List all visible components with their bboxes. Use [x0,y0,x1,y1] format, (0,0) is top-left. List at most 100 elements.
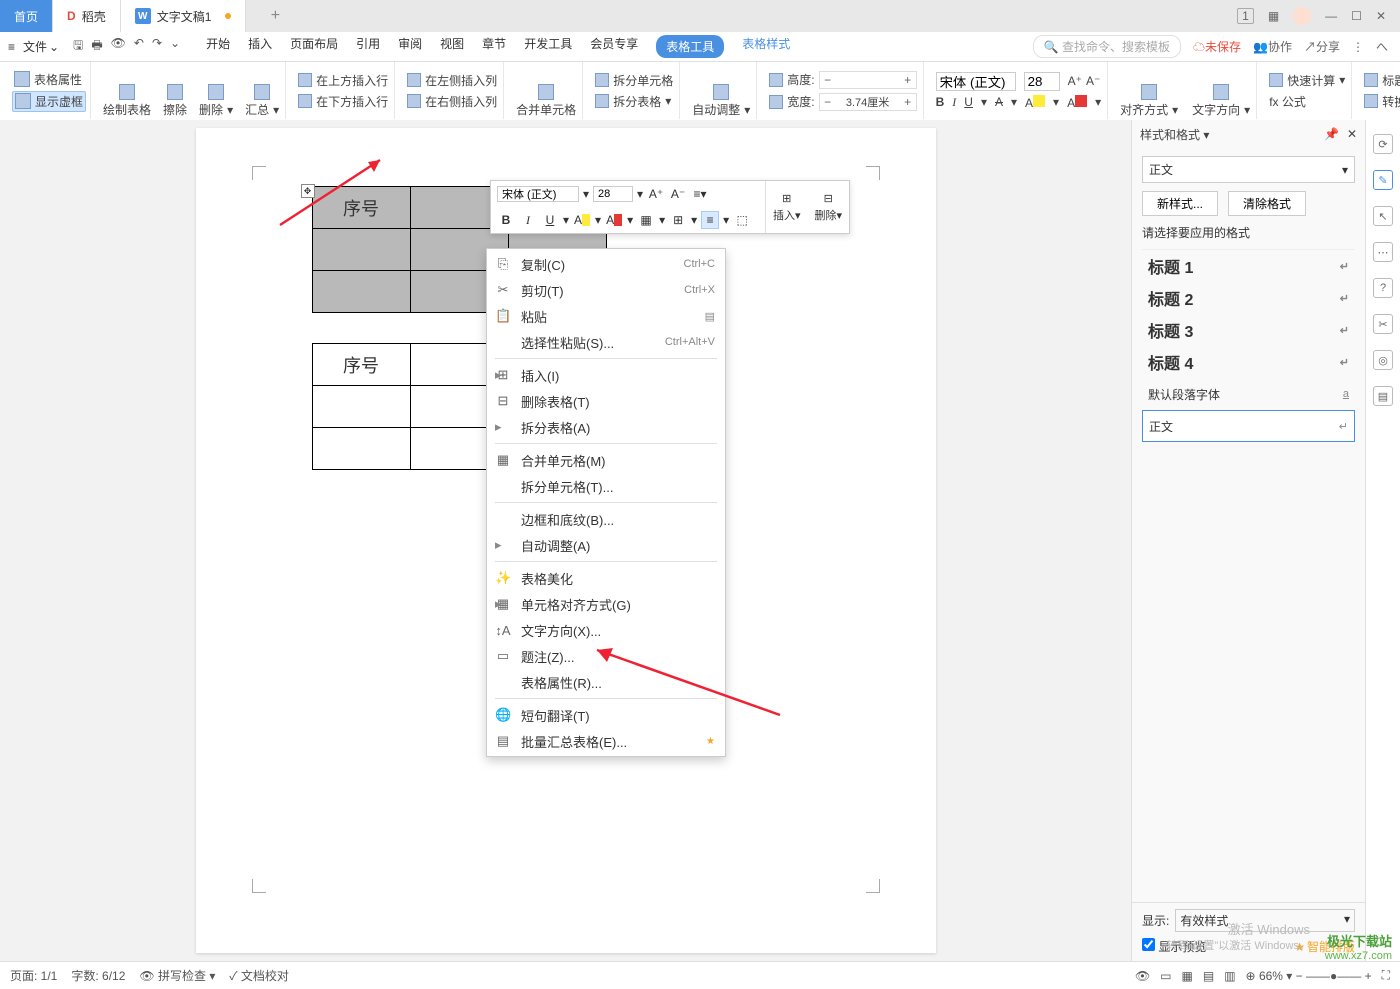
ctx-cell-align[interactable]: ▦单元格对齐方式(G)▸ [487,591,725,617]
highlight-button[interactable]: A [1025,95,1045,110]
ctx-caption[interactable]: ▭题注(Z)... [487,643,725,669]
status-view-print-icon[interactable]: ▭ [1160,969,1171,983]
status-view-web-icon[interactable]: ▤ [1203,969,1214,983]
text-direction-icon[interactable] [1213,84,1229,100]
ribbon-split-table[interactable]: 拆分表格▾ [593,92,675,111]
draw-table-icon[interactable] [119,84,135,100]
style-body[interactable]: 正文↵ [1142,410,1355,442]
mini-italic-button[interactable]: I [519,211,537,229]
ribbon-draw-table[interactable]: 绘制表格 [101,100,153,119]
ribbon-quick-calc[interactable]: 快速计算▾ [1267,71,1347,90]
mini-font-grow-icon[interactable]: A⁺ [647,185,665,203]
ribbon-title-row-repeat[interactable]: 标题行重 [1362,71,1400,90]
style-heading4[interactable]: 标题 4↵ [1142,346,1355,378]
tab-add[interactable]: + [246,0,304,32]
style-heading2[interactable]: 标题 2↵ [1142,282,1355,314]
qat-save-icon[interactable]: 🖫 [73,36,83,57]
menu-member[interactable]: 会员专享 [590,35,638,58]
auto-adjust-icon[interactable] [713,84,729,100]
width-stepper[interactable]: −3.74厘米+ [819,93,917,111]
status-words[interactable]: 字数: 6/12 [71,967,125,984]
ctx-text-direction[interactable]: ↕A文字方向(X)... [487,617,725,643]
ctx-batch-summary[interactable]: ▤批量汇总表格(E)...★ [487,728,725,754]
maximize-icon[interactable]: ☐ [1351,9,1362,23]
ribbon-insert-row-below[interactable]: 在下方插入行 [296,92,390,111]
strike-button[interactable]: A [995,95,1003,109]
rail-outline-icon[interactable]: ▤ [1373,386,1393,406]
delete-icon[interactable] [208,84,224,100]
ribbon-split-cells[interactable]: 拆分单元格 [593,71,675,90]
ribbon-auto-adjust[interactable]: 自动调整▾ [690,100,752,119]
pin-icon[interactable]: 📌 [1324,127,1339,141]
mini-font-size[interactable] [593,186,633,202]
ctx-paste-special[interactable]: 选择性粘贴(S)...Ctrl+Alt+V [487,329,725,355]
ribbon-align[interactable]: 对齐方式▾ [1118,100,1180,119]
mini-font-name[interactable] [497,186,579,202]
table-move-handle-icon[interactable]: ✥ [301,184,315,198]
ribbon-font-name[interactable] [936,72,1016,91]
align-icon[interactable] [1141,84,1157,100]
style-default-font[interactable]: 默认段落字体a [1142,378,1355,410]
mini-bold-button[interactable]: B [497,211,515,229]
status-spellcheck[interactable]: 👁 拼写检查 ▾ [139,967,215,984]
menu-page-layout[interactable]: 页面布局 [290,35,338,58]
mini-highlight-button[interactable]: A [573,211,591,229]
status-eye-icon[interactable]: 👁 [1135,969,1150,983]
zoom-control[interactable]: ⊕ 66% ▾ − ——●—— + [1246,969,1372,983]
menu-review[interactable]: 审阅 [398,35,422,58]
ctx-beautify[interactable]: ✨表格美化 [487,565,725,591]
qat-more-icon[interactable]: ⌄ [170,36,180,57]
close-panel-icon[interactable]: ✕ [1347,127,1357,141]
file-menu[interactable]: 文件⌄ [17,35,65,58]
mini-insert-dropdown[interactable]: ⊞插入▾ [766,181,808,233]
rail-settings-icon[interactable]: ⋯ [1373,242,1393,262]
mini-align-button[interactable]: ≡ [701,211,719,229]
menu-section[interactable]: 章节 [482,35,506,58]
status-page[interactable]: 页面: 1/1 [10,967,57,984]
font-size-up-icon[interactable]: A⁺ [1068,74,1082,88]
ribbon-font-size[interactable] [1024,72,1060,91]
status-fullscreen-icon[interactable]: ⛶ [1382,968,1390,983]
ribbon-formula[interactable]: fx 公式 [1267,92,1347,111]
search-input[interactable]: 🔍 查找命令、搜索模板 [1033,35,1181,58]
mini-autofit-button[interactable]: ⬚ [733,211,751,229]
menu-insert[interactable]: 插入 [248,35,272,58]
font-color-button[interactable]: A [1067,95,1087,110]
collapse-ribbon-icon[interactable]: へ [1376,38,1388,55]
avatar-icon[interactable] [1293,7,1311,25]
status-view-outline-icon[interactable]: ▥ [1224,969,1235,983]
ribbon-summary[interactable]: 汇总▾ [243,100,281,119]
status-proofread[interactable]: ✓ 文档校对 [229,967,289,984]
summary-icon[interactable] [254,84,270,100]
tab-docer[interactable]: D稻壳 [53,0,121,32]
ctx-paste[interactable]: 📋粘贴▤ [487,303,725,329]
mini-table-button[interactable]: ⊞ [669,211,687,229]
ribbon-insert-col-right[interactable]: 在右侧插入列 [405,92,499,111]
rail-style-icon[interactable]: ✎ [1373,170,1393,190]
mini-underline-button[interactable]: U [541,211,559,229]
ctx-border-shading[interactable]: 边框和底纹(B)... [487,506,725,532]
style-heading1[interactable]: 标题 1↵ [1142,250,1355,282]
ctx-translate[interactable]: 🌐短句翻译(T) [487,702,725,728]
style-heading3[interactable]: 标题 3↵ [1142,314,1355,346]
rail-select-icon[interactable]: ↖ [1373,206,1393,226]
rail-thesaurus-icon[interactable]: ⟳ [1373,134,1393,154]
ctx-copy[interactable]: ⎘复制(C)Ctrl+C [487,251,725,277]
qat-preview-icon[interactable]: 👁 [111,36,126,57]
tab-home[interactable]: 首页 [0,0,53,32]
minimize-icon[interactable]: — [1325,9,1337,23]
tab-document[interactable]: W文字文稿1 [121,0,247,32]
current-style-select[interactable]: 正文▾ [1142,156,1355,183]
qat-undo-icon[interactable]: ↶ [134,36,144,57]
ctx-insert[interactable]: ⊞插入(I)▸ [487,362,725,388]
ctx-cut[interactable]: ✂剪切(T)Ctrl+X [487,277,725,303]
mini-font-shrink-icon[interactable]: A⁻ [669,185,687,203]
ribbon-text-direction[interactable]: 文字方向▾ [1190,100,1252,119]
ribbon-insert-row-above[interactable]: 在上方插入行 [296,71,390,90]
ctx-split-table[interactable]: 拆分表格(A)▸ [487,414,725,440]
ribbon-table-properties[interactable]: 表格属性 [12,70,86,89]
hamburger-icon[interactable]: ≡ [8,40,15,54]
cell-header-2[interactable]: 序号 [312,344,410,386]
mini-delete-dropdown[interactable]: ⊟删除▾ [808,181,850,233]
clear-format-button[interactable]: 清除格式 [1228,191,1306,216]
